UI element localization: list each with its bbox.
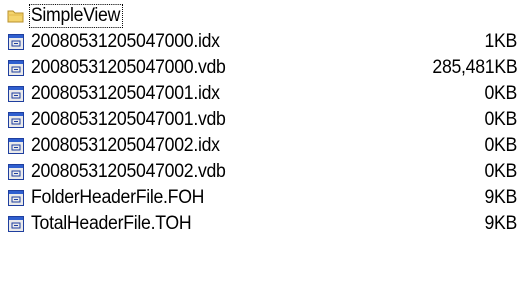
file-size: 0KB (484, 109, 517, 130)
file-row[interactable]: 20080531205047001.vdb 0KB (7, 107, 517, 133)
file-size: 9KB (484, 187, 517, 208)
file-name: 20080531205047001.idx (31, 83, 220, 104)
file-name: 20080531205047002.vdb (31, 161, 226, 182)
file-icon (7, 111, 25, 129)
file-icon (7, 189, 25, 207)
file-icon (7, 33, 25, 51)
file-name: FolderHeaderFile.FOH (31, 187, 205, 208)
file-row[interactable]: 20080531205047002.idx 0KB (7, 133, 517, 159)
file-row[interactable]: 20080531205047002.vdb 0KB (7, 159, 517, 185)
file-size: 9KB (484, 213, 517, 234)
file-icon (7, 137, 25, 155)
file-name: 20080531205047001.vdb (31, 109, 226, 130)
file-icon (7, 163, 25, 181)
file-name: 20080531205047000.idx (31, 31, 220, 52)
file-name: TotalHeaderFile.TOH (31, 213, 192, 234)
file-row[interactable]: FolderHeaderFile.FOH 9KB (7, 185, 517, 211)
folder-row-simpleview[interactable]: SimpleView (7, 3, 517, 29)
file-name: 20080531205047000.vdb (31, 57, 226, 78)
file-row[interactable]: 20080531205047001.idx 0KB (7, 81, 517, 107)
file-row[interactable]: 20080531205047000.vdb 285,481KB (7, 55, 517, 81)
file-size: 0KB (484, 135, 517, 156)
file-size: 0KB (484, 83, 517, 104)
file-row[interactable]: TotalHeaderFile.TOH 9KB (7, 211, 517, 237)
folder-icon (7, 7, 25, 25)
file-icon (7, 85, 25, 103)
file-icon (7, 215, 25, 233)
file-row[interactable]: 20080531205047000.idx 1KB (7, 29, 517, 55)
file-list: SimpleView 20080531205047000.idx 1KB 200… (7, 3, 517, 237)
file-icon (7, 59, 25, 77)
file-size: 0KB (484, 161, 517, 182)
file-name: 20080531205047002.idx (31, 135, 220, 156)
folder-name: SimpleView (29, 4, 123, 28)
file-size: 285,481KB (432, 57, 517, 78)
file-size: 1KB (484, 31, 517, 52)
